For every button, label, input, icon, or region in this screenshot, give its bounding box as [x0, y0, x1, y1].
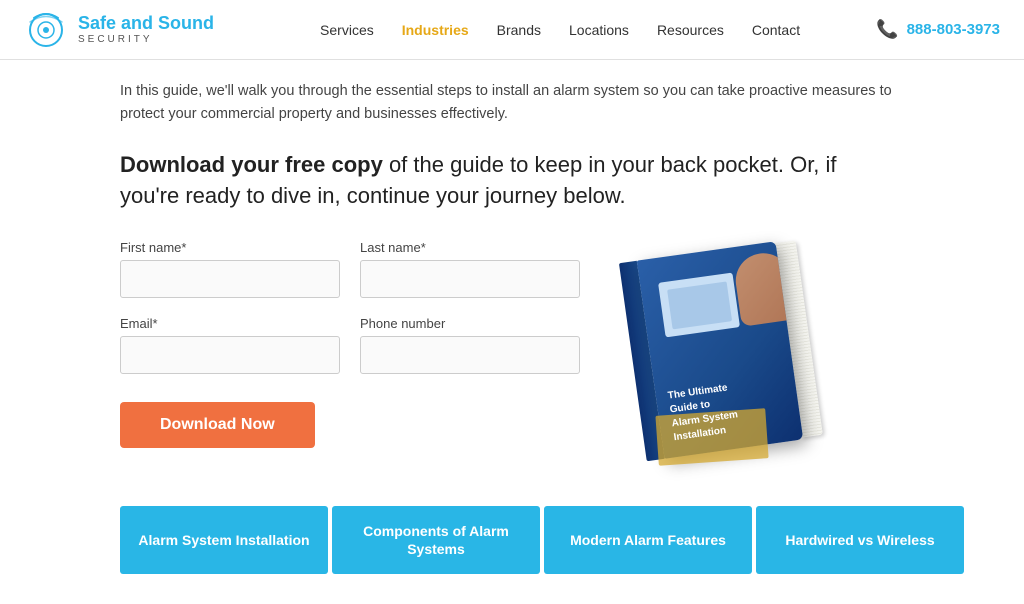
phone-input[interactable]: [360, 336, 580, 374]
header: Safe and Sound SECURITY Services Industr…: [0, 0, 1024, 60]
headline: Download your free copy of the guide to …: [120, 150, 860, 212]
form-area: First name* Last name* Email* Phone numb…: [120, 240, 580, 448]
download-now-button[interactable]: Download Now: [120, 402, 315, 448]
phone-group: Phone number: [360, 316, 580, 374]
last-name-group: Last name*: [360, 240, 580, 298]
bottom-tabs: Alarm System Installation Components of …: [120, 490, 964, 574]
phone-area: 📞 888-803-3973: [876, 19, 1000, 40]
book-title: The Ultimate Guide to Alarm System Insta…: [667, 374, 790, 446]
logo-main: Safe and Sound: [78, 14, 214, 34]
nav-resources[interactable]: Resources: [657, 22, 724, 38]
email-input[interactable]: [120, 336, 340, 374]
nav-services[interactable]: Services: [320, 22, 374, 38]
logo-text: Safe and Sound SECURITY: [78, 14, 214, 45]
tab-hardwired-vs-wireless[interactable]: Hardwired vs Wireless: [756, 506, 964, 574]
last-name-input[interactable]: [360, 260, 580, 298]
nav-brands[interactable]: Brands: [497, 22, 541, 38]
form-book-row: First name* Last name* Email* Phone numb…: [120, 240, 964, 460]
form-row-contact: Email* Phone number: [120, 316, 580, 374]
intro-text: In this guide, we'll walk you through th…: [120, 80, 900, 126]
form-row-name: First name* Last name*: [120, 240, 580, 298]
tab-modern-alarm-features[interactable]: Modern Alarm Features: [544, 506, 752, 574]
first-name-input[interactable]: [120, 260, 340, 298]
nav-industries[interactable]: Industries: [402, 22, 469, 38]
phone-number-label: Phone number: [360, 316, 580, 331]
headline-bold: Download your free copy: [120, 152, 383, 177]
book-image: The Ultimate Guide to Alarm System Insta…: [616, 229, 825, 472]
first-name-label: First name*: [120, 240, 340, 255]
tab-alarm-system-installation[interactable]: Alarm System Installation: [120, 506, 328, 574]
logo-sub: SECURITY: [78, 34, 214, 45]
main-nav: Services Industries Brands Locations Res…: [244, 22, 876, 38]
nav-contact[interactable]: Contact: [752, 22, 800, 38]
last-name-label: Last name*: [360, 240, 580, 255]
tab-components-alarm-systems[interactable]: Components of Alarm Systems: [332, 506, 540, 574]
email-label: Email*: [120, 316, 340, 331]
first-name-group: First name*: [120, 240, 340, 298]
email-group: Email*: [120, 316, 340, 374]
nav-locations[interactable]: Locations: [569, 22, 629, 38]
phone-number[interactable]: 888-803-3973: [907, 21, 1000, 38]
main-content: In this guide, we'll walk you through th…: [0, 60, 1024, 604]
book-area: The Ultimate Guide to Alarm System Insta…: [610, 240, 830, 460]
logo[interactable]: Safe and Sound SECURITY: [24, 8, 244, 52]
phone-icon: 📞: [876, 19, 898, 40]
logo-icon: [24, 8, 68, 52]
